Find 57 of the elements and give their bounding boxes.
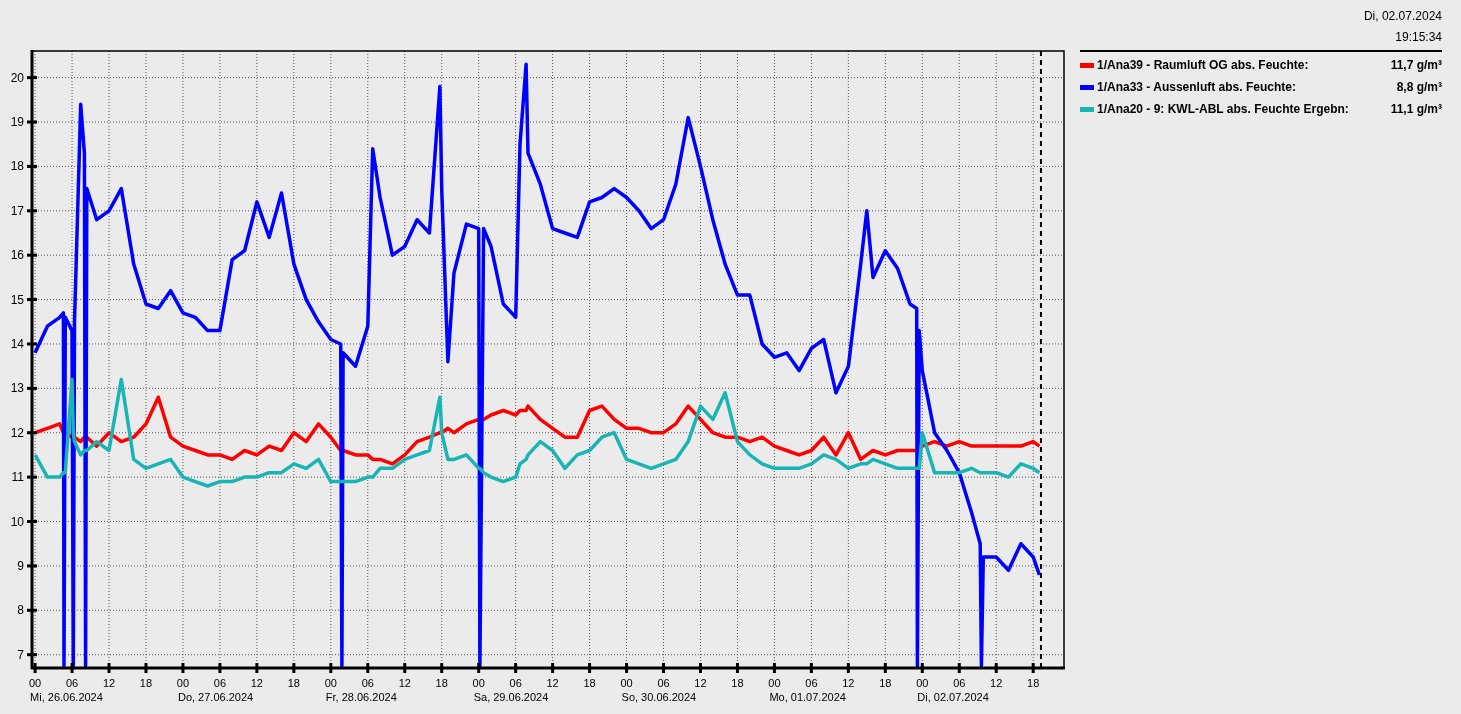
x-tick-label: 12 [990, 677, 1003, 689]
x-tick-label: 06 [65, 677, 79, 689]
y-tick-label: 17 [10, 203, 24, 218]
x-tick-label: 00 [28, 677, 42, 689]
legend-label: 1/Ana33 - Aussenluft abs. Feuchte: [1097, 79, 1296, 96]
x-tick-label: 18 [435, 677, 448, 689]
x-tick-label: 18 [287, 677, 300, 689]
x-tick-label: 06 [953, 677, 966, 689]
x-tick-label: 12 [102, 677, 116, 689]
date-label: Mo, 01.07.2024 [769, 691, 846, 703]
time-text: 19:15:34 [1394, 29, 1442, 45]
x-tick-label: 06 [361, 677, 374, 689]
x-tick-label: 06 [213, 677, 227, 689]
y-tick-label: 12 [10, 425, 24, 440]
x-tick-label: 12 [546, 677, 559, 689]
legend-value: 8,8 g/m³ [1396, 79, 1442, 96]
y-tick-label: 8 [17, 603, 24, 618]
x-tick-label: 12 [694, 677, 707, 689]
y-tick-label: 18 [10, 159, 24, 174]
x-tick-label: 00 [768, 677, 781, 689]
y-tick-label: 9 [17, 558, 24, 573]
x-tick-label: 00 [324, 677, 337, 689]
x-tick-label: 12 [398, 677, 411, 689]
x-tick-label: 00 [620, 677, 633, 689]
x-tick-label: 18 [1027, 677, 1040, 689]
date-label: Mi, 26.06.2024 [30, 691, 103, 703]
x-tick-label: 18 [139, 677, 153, 689]
y-tick-label: 7 [17, 647, 24, 662]
x-tick-label: 06 [509, 677, 522, 689]
date-label: So, 30.06.2024 [621, 691, 697, 703]
date-label: Fr, 28.06.2024 [325, 691, 397, 703]
y-tick-label: 16 [10, 248, 24, 263]
y-tick-label: 14 [10, 336, 24, 351]
x-tick-label: 12 [842, 677, 855, 689]
x-tick-label: 18 [879, 677, 892, 689]
x-tick-label: 00 [472, 677, 485, 689]
x-tick-label: 00 [176, 677, 190, 689]
x-tick-label: 18 [583, 677, 596, 689]
legend-value: 11,7 g/m³ [1390, 57, 1442, 74]
y-tick-label: 10 [10, 514, 24, 529]
x-tick-label: 12 [250, 677, 263, 689]
date-label: Do, 27.06.2024 [177, 691, 254, 703]
legend-label: 1/Ana39 - Raumluft OG abs. Feuchte: [1097, 57, 1309, 74]
x-tick-label: 06 [657, 677, 670, 689]
y-tick-label: 13 [10, 381, 24, 396]
x-tick-label: 00 [916, 677, 929, 689]
x-tick-label: 18 [731, 677, 744, 689]
legend-label: 1/Ana20 - 9: KWL-ABL abs. Feuchte Ergebn: [1097, 101, 1349, 118]
y-tick-label: 19 [10, 115, 24, 129]
x-tick-label: 06 [805, 677, 818, 689]
y-tick-label: 20 [10, 70, 24, 85]
y-tick-label: 15 [10, 292, 24, 307]
date-label: Sa, 29.06.2024 [473, 691, 549, 703]
y-tick-label: 11 [11, 470, 24, 485]
legend-value: 11,1 g/m³ [1390, 101, 1442, 118]
date-text: Di, 02.07.2024 [1362, 8, 1442, 24]
date-label: Di, 02.07.2024 [917, 691, 989, 703]
